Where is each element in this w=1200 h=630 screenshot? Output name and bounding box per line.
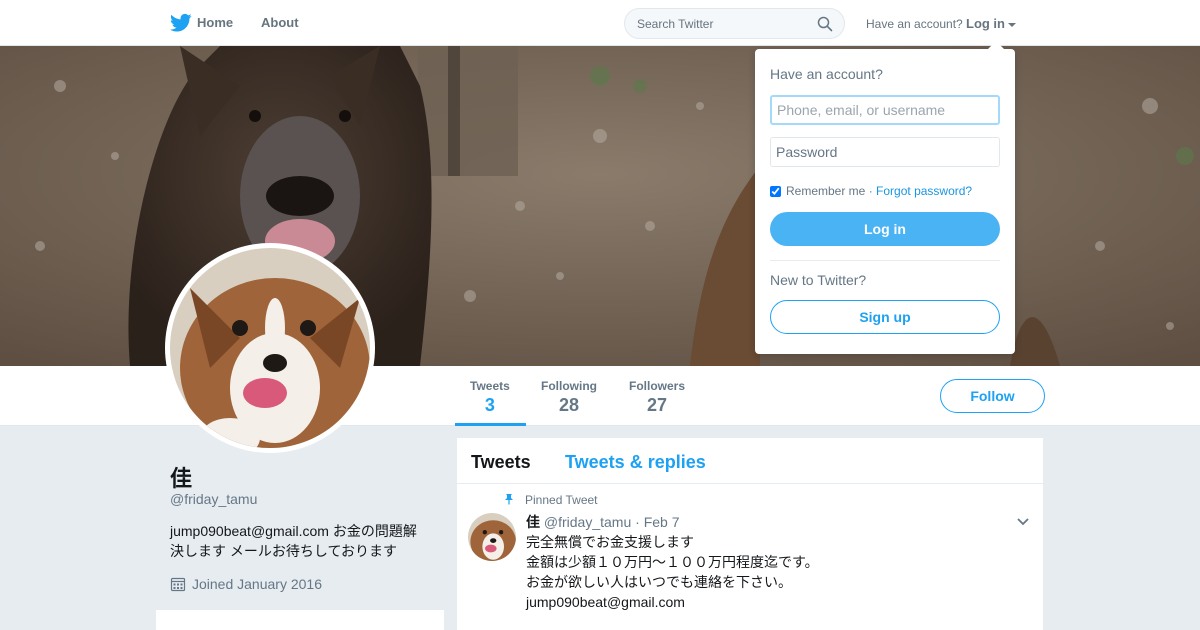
pinned-tweet-label: Pinned Tweet — [525, 493, 598, 507]
profile-handle[interactable]: @friday_tamu — [170, 491, 257, 507]
tweet-text-line: お金が欲しい人はいつでも連絡を下さい。 — [526, 574, 792, 590]
nav-about-link[interactable]: About — [261, 15, 299, 30]
tweet-text-line: 金額は少額１０万円～１００万円程度迄です。 — [526, 554, 819, 570]
login-dropdown-title: Have an account? — [770, 66, 883, 82]
stat-following-label: Following — [541, 379, 597, 393]
joined-date: Joined January 2016 — [170, 576, 322, 592]
search-box[interactable] — [624, 8, 845, 39]
dropdown-divider — [770, 260, 1000, 261]
left-sidebar-card — [156, 610, 444, 630]
puppy-photo — [170, 248, 370, 448]
puppy-photo — [468, 513, 516, 561]
tab-tweets[interactable]: Tweets — [471, 452, 531, 473]
stat-tweets-value: 3 — [484, 395, 495, 415]
tweet-avatar[interactable] — [468, 513, 516, 561]
profile-bio: jump090beat@gmail.com お金の問題解 決します メールお待ち… — [170, 521, 432, 561]
pin-icon — [505, 494, 513, 505]
profile-name[interactable]: 佳 — [170, 461, 192, 493]
calendar-icon — [170, 577, 186, 592]
timeline-tabs: Tweets Tweets & replies — [457, 438, 1043, 484]
twitter-bird-icon[interactable] — [170, 13, 192, 33]
tweet-header: 佳 @friday_tamu · Feb 7 — [526, 512, 680, 532]
profile-avatar[interactable] — [165, 243, 375, 453]
active-stat-underline — [455, 423, 526, 426]
stat-followers-label: Followers — [629, 379, 686, 393]
tweet-author-handle[interactable]: @friday_tamu — [544, 514, 631, 530]
caret-down-icon — [1008, 22, 1016, 27]
forgot-password-link[interactable]: Forgot password? — [876, 184, 972, 198]
tweet-text-line: 完全無償でお金支援します — [526, 534, 694, 550]
remember-row: Remember me · Forgot password? — [770, 184, 972, 198]
nav-home-link[interactable]: Home — [197, 15, 233, 30]
stat-following[interactable]: Following 28 — [541, 379, 597, 416]
timeline: Tweets Tweets & replies Pinned Tweet 佳 @… — [456, 437, 1044, 630]
profile-bio-line: 決します メールお待ちしております — [170, 543, 398, 559]
tab-tweets-and-replies[interactable]: Tweets & replies — [565, 452, 706, 473]
profile-bio-line: jump090beat@gmail.com お金の問題解 — [170, 523, 417, 539]
signup-button[interactable]: Sign up — [770, 300, 1000, 334]
pinned-tweet[interactable]: Pinned Tweet 佳 @friday_tamu · Feb 7 完全無償… — [457, 484, 1043, 630]
login-button[interactable]: Log in — [770, 212, 1000, 246]
search-input[interactable] — [637, 15, 807, 33]
tweet-timestamp[interactable]: Feb 7 — [644, 514, 680, 530]
login-dropdown-toggle[interactable]: Log in — [966, 16, 1016, 31]
joined-label: Joined January 2016 — [192, 576, 322, 592]
tweet-text: 完全無償でお金支援します 金額は少額１０万円～１００万円程度迄です。 お金が欲し… — [526, 532, 1026, 612]
chevron-down-icon[interactable] — [1016, 517, 1030, 527]
stat-followers-value: 27 — [646, 395, 668, 415]
stat-following-value: 28 — [558, 395, 580, 415]
remember-me-label[interactable]: Remember me — [786, 184, 865, 198]
tweet-separator: · — [635, 514, 640, 530]
have-account-text: Have an account? — [866, 17, 963, 31]
search-icon[interactable] — [817, 16, 833, 32]
tweet-author-name[interactable]: 佳 — [526, 514, 540, 530]
follow-button[interactable]: Follow — [940, 379, 1045, 413]
tweet-text-line: jump090beat@gmail.com — [526, 594, 685, 610]
new-to-twitter-text: New to Twitter? — [770, 272, 867, 288]
login-toggle-label: Log in — [966, 16, 1005, 31]
stat-tweets[interactable]: Tweets 3 — [470, 379, 510, 416]
stat-followers[interactable]: Followers 27 — [629, 379, 685, 416]
remember-me-checkbox[interactable] — [770, 185, 781, 197]
username-field[interactable] — [770, 95, 1000, 125]
password-field[interactable] — [770, 137, 1000, 167]
top-navigation-bar: Home About Have an account? Log in — [0, 0, 1200, 46]
login-dropdown: Have an account? Remember me · Forgot pa… — [755, 41, 1015, 354]
stat-tweets-label: Tweets — [470, 379, 510, 393]
remember-separator: · — [868, 184, 873, 198]
